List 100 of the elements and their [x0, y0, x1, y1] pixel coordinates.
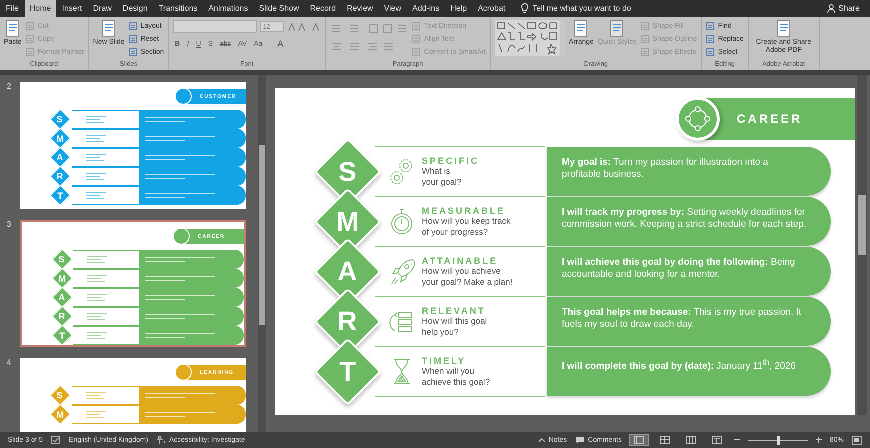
page-icon [26, 48, 35, 57]
circle-icon [175, 364, 192, 381]
view-icon [634, 436, 644, 444]
ribbon-tab[interactable]: Add-ins [408, 0, 445, 17]
page-icon [128, 35, 138, 44]
letter: A [59, 292, 66, 302]
ribbon-tab[interactable]: Help [446, 0, 472, 17]
page-icon [26, 22, 35, 31]
slide-number: 3 [6, 220, 12, 231]
page-icon [706, 22, 716, 31]
letter: T [58, 190, 64, 200]
row-heading: MEASURABLE [422, 206, 507, 216]
view-button[interactable] [630, 435, 648, 445]
letter: S [338, 156, 356, 188]
scrollbar[interactable] [258, 75, 266, 432]
ribbon-tab[interactable]: Slide Show [254, 0, 304, 17]
letter: R [58, 172, 64, 182]
letter: T [60, 330, 66, 340]
format-button[interactable]: A [276, 38, 286, 50]
letter: M [57, 410, 65, 420]
page-icon [640, 22, 650, 31]
row-heading: SPECIFIC [422, 156, 480, 166]
slide-number: 4 [6, 358, 12, 369]
ribbon-tab[interactable]: Insert [57, 0, 88, 17]
fit-slide-icon[interactable] [852, 436, 862, 444]
ribbon-tab[interactable]: Transitions [154, 0, 203, 17]
stopwatch-icon [389, 206, 415, 236]
scrollbar-thumb[interactable] [858, 195, 866, 255]
answer-text: My goal is: Turn my passion for illustration into a profitable business. [562, 157, 770, 180]
circle-icon [173, 228, 190, 245]
letter: A [338, 256, 358, 288]
ribbon-tab[interactable]: View [379, 0, 406, 17]
person-icon [156, 436, 166, 444]
letter: S [60, 254, 66, 264]
scrollbar[interactable] [857, 75, 867, 415]
page-icon [412, 35, 422, 44]
page-icon [412, 22, 422, 31]
letter: T [339, 356, 356, 388]
ribbon-tab[interactable]: Animations [204, 0, 254, 17]
letter: M [57, 134, 65, 144]
zoom-in-icon[interactable] [816, 437, 822, 443]
row-question: How will you keep track of your progress? [422, 216, 511, 237]
lightbulb-icon [520, 3, 529, 14]
shapes-gallery[interactable] [495, 20, 566, 56]
circle-icon [175, 88, 192, 105]
view-icon [660, 436, 670, 444]
answer-text: I will achieve this goal by doing the following: Being accountable and looking for a mentor. [562, 257, 796, 280]
caret-icon [538, 437, 546, 443]
ribbon-tab[interactable]: Design [118, 0, 153, 17]
row-question: How will you achieve your goal? Make a plan! [422, 266, 513, 287]
row-question: How will this goal help you? [422, 316, 488, 337]
page-icon [100, 20, 118, 38]
ribbon-tab[interactable]: Review [342, 0, 378, 17]
page-icon [608, 20, 626, 38]
page-icon [4, 20, 22, 38]
page-icon [706, 48, 716, 57]
ribbon-tab[interactable]: Acrobat [473, 0, 511, 17]
ribbon-tab[interactable]: File [1, 0, 24, 17]
letter: S [58, 114, 64, 124]
person-icon [826, 4, 836, 13]
font-size-icon [287, 22, 322, 32]
view-icon [712, 436, 722, 444]
page-icon [640, 48, 650, 57]
font-name-field[interactable] [173, 20, 258, 33]
ribbon-tab[interactable]: Home [24, 0, 56, 17]
page-icon [26, 35, 35, 44]
row-question: When will you achieve this goal? [422, 366, 490, 387]
slide-number: 2 [6, 82, 12, 93]
slide-title: CAREER [737, 112, 803, 126]
answer-text: I will complete this goal by (date): January 11$^{th}$, 2026 [562, 357, 796, 373]
spellcheck-icon[interactable] [51, 436, 62, 444]
answer-text: I will track my progress by: Setting weekly deadlines for commission work. Keeping a strict schedule for each step. [562, 207, 808, 230]
row-heading: RELEVANT [422, 306, 487, 316]
page-icon [774, 20, 793, 38]
letter: R [338, 306, 358, 338]
page-icon [128, 22, 138, 31]
zoom-out-icon[interactable] [734, 437, 740, 443]
ribbon-tab[interactable]: Draw [88, 0, 117, 17]
letter: M [336, 206, 359, 238]
view-icon [686, 436, 696, 444]
page-icon [706, 35, 716, 44]
cycle-icon [685, 106, 711, 132]
zoom-slider-thumb[interactable] [776, 436, 780, 444]
page-icon [128, 48, 138, 57]
letter: M [58, 274, 66, 284]
scrollbar-thumb[interactable] [259, 145, 265, 325]
page-icon [572, 20, 590, 38]
row-question: What is your goal? [422, 166, 463, 187]
letter: A [58, 152, 64, 162]
letter: S [58, 390, 64, 400]
row-heading: TIMELY [422, 356, 468, 366]
tell-me-field[interactable]: Tell me what you want to do [532, 4, 663, 13]
page-icon [640, 35, 650, 44]
page-icon [412, 48, 422, 57]
rocket-icon [389, 256, 415, 286]
ribbon-tab[interactable]: Record [305, 0, 342, 17]
share-button[interactable]: Share [826, 0, 860, 17]
answer-text: This goal helps me because: This is my true passion. It fuels my soul to draw each day. [562, 307, 803, 330]
letter: R [59, 312, 66, 322]
gears-icon [389, 156, 415, 186]
